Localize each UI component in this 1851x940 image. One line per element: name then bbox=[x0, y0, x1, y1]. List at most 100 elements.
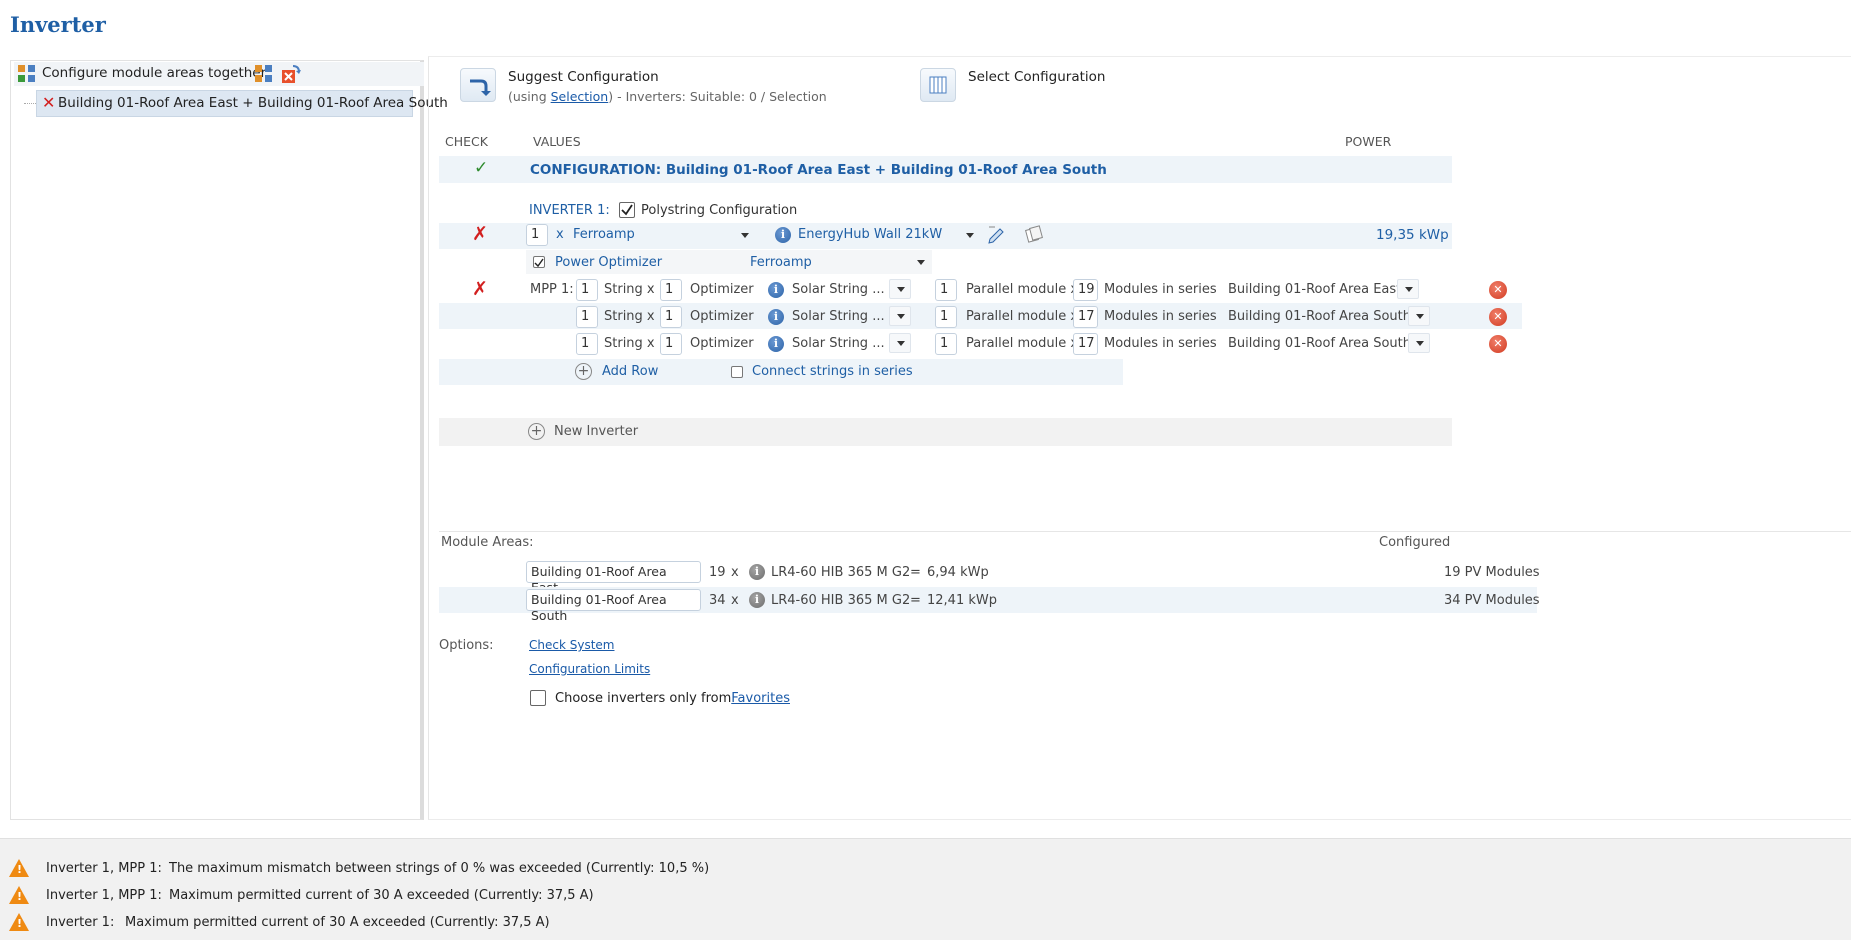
connect-strings-checkbox[interactable] bbox=[731, 366, 743, 378]
parallel-label: Parallel module x bbox=[966, 282, 1079, 297]
warning-icon: ! bbox=[9, 913, 29, 931]
optimizer-model-dropdown[interactable] bbox=[889, 306, 911, 326]
polystring-checkbox[interactable] bbox=[619, 202, 635, 218]
string-count-input[interactable]: 1 bbox=[576, 306, 598, 328]
optimizer-info-icon[interactable]: i bbox=[768, 282, 784, 298]
mpp-label: MPP 1: bbox=[530, 282, 574, 297]
configured-label: Configured bbox=[1379, 535, 1451, 550]
new-inverter-icon[interactable]: + bbox=[528, 423, 545, 440]
parallel-input[interactable]: 1 bbox=[935, 333, 957, 355]
module-info-icon[interactable]: i bbox=[749, 592, 765, 608]
parallel-label: Parallel module x bbox=[966, 309, 1079, 324]
optimizer-model-select[interactable]: Solar String ... bbox=[792, 282, 885, 297]
optimizer-model-select[interactable]: Solar String ... bbox=[792, 309, 885, 324]
optimizer-model-select[interactable]: Solar String ... bbox=[792, 336, 885, 351]
new-inverter-button[interactable]: New Inverter bbox=[554, 424, 638, 439]
check-system-link[interactable]: Check System bbox=[529, 638, 614, 652]
module-area-select[interactable]: Building 01-Roof Area South bbox=[1228, 336, 1411, 351]
parallel-input[interactable]: 1 bbox=[935, 279, 957, 301]
module-area-dropdown[interactable] bbox=[1408, 333, 1430, 353]
add-row-icon[interactable]: + bbox=[575, 363, 592, 380]
add-row-button[interactable]: Add Row bbox=[602, 364, 658, 379]
module-count: 34 bbox=[709, 593, 726, 608]
parallel-input[interactable]: 1 bbox=[935, 306, 957, 328]
inverter-count-input[interactable]: 1 bbox=[526, 224, 548, 246]
message-source: Inverter 1, MPP 1: bbox=[46, 888, 162, 903]
suggest-suffix: ) - Inverters: Suitable: 0 / Selection: … bbox=[608, 89, 828, 104]
delete-row-icon[interactable]: ✕ bbox=[1489, 308, 1507, 326]
series-input[interactable]: 17 bbox=[1073, 333, 1098, 355]
delete-row-icon[interactable]: ✕ bbox=[1489, 281, 1507, 299]
module-area-dropdown[interactable] bbox=[1397, 279, 1419, 299]
series-label: Modules in series bbox=[1104, 336, 1217, 351]
module-area-configured: 19 PV Modules bbox=[1444, 565, 1540, 580]
series-input[interactable]: 19 bbox=[1073, 279, 1098, 301]
optimizer-label: Optimizer bbox=[690, 336, 754, 351]
series-input[interactable]: 17 bbox=[1073, 306, 1098, 328]
select-configuration-title[interactable]: Select Configuration bbox=[968, 69, 1106, 85]
favorites-option: Choose inverters only fromFavorites bbox=[555, 691, 790, 706]
favorites-prefix: Choose inverters only from bbox=[555, 691, 732, 706]
warning-icon: ! bbox=[9, 859, 29, 877]
col-check-header: CHECK bbox=[445, 134, 488, 149]
optimizer-count-input[interactable]: 1 bbox=[660, 333, 682, 355]
module-x: x bbox=[731, 565, 739, 580]
module-area-select[interactable]: Building 01-Roof Area East bbox=[1228, 282, 1401, 297]
suggest-arrow-icon bbox=[470, 79, 491, 96]
model-dropdown-icon[interactable] bbox=[966, 233, 974, 238]
add-group-icon[interactable] bbox=[254, 64, 274, 84]
inverter-model-select[interactable]: EnergyHub Wall 21kW bbox=[798, 227, 942, 242]
error-x-icon: ✗ bbox=[472, 223, 488, 245]
favorites-checkbox[interactable] bbox=[530, 690, 546, 706]
tree-node-label: Building 01-Roof Area East + Building 01… bbox=[58, 95, 448, 111]
list-icon bbox=[929, 76, 947, 94]
polystring-label: Polystring Configuration bbox=[641, 203, 798, 218]
remove-group-icon[interactable] bbox=[280, 63, 302, 85]
optimizer-info-icon[interactable]: i bbox=[768, 336, 784, 352]
error-x-icon: ✗ bbox=[472, 278, 488, 300]
string-count-input[interactable]: 1 bbox=[576, 279, 598, 301]
favorites-link[interactable]: Favorites bbox=[731, 691, 790, 706]
module-info-icon[interactable]: i bbox=[749, 564, 765, 580]
module-area-tree-panel bbox=[10, 60, 424, 820]
optimizer-info-icon[interactable]: i bbox=[768, 309, 784, 325]
optimizer-dropdown-icon[interactable] bbox=[917, 260, 925, 265]
module-area-name: Building 01-Roof Area South bbox=[526, 589, 701, 623]
module-area-dropdown[interactable] bbox=[1408, 306, 1430, 326]
optimizer-model-dropdown[interactable] bbox=[889, 333, 911, 353]
suggest-configuration-title[interactable]: Suggest Configuration bbox=[508, 69, 659, 85]
configuration-limits-link[interactable]: Configuration Limits bbox=[529, 662, 650, 676]
module-x: x bbox=[731, 593, 739, 608]
series-label: Modules in series bbox=[1104, 309, 1217, 324]
dropdown-arrow-icon bbox=[897, 287, 905, 292]
optimizer-manufacturer-select[interactable]: Ferroamp bbox=[750, 255, 812, 270]
suggest-configuration-button[interactable] bbox=[460, 68, 496, 102]
optimizer-count-input[interactable]: 1 bbox=[660, 279, 682, 301]
module-equals: = bbox=[910, 565, 921, 580]
optimizer-model-dropdown[interactable] bbox=[889, 279, 911, 299]
optimizer-count-input[interactable]: 1 bbox=[660, 306, 682, 328]
module-area-select[interactable]: Building 01-Roof Area South bbox=[1228, 309, 1411, 324]
copy-inverter-icon[interactable] bbox=[1024, 224, 1044, 244]
configure-together-label: Configure module areas together bbox=[42, 65, 267, 81]
connect-strings-label[interactable]: Connect strings in series bbox=[752, 364, 913, 379]
selection-link[interactable]: Selection bbox=[551, 89, 609, 104]
message-text: Maximum permitted current of 30 A exceed… bbox=[125, 915, 550, 930]
select-configuration-button[interactable] bbox=[920, 68, 956, 102]
string-x-label: String x bbox=[604, 336, 655, 351]
manufacturer-select[interactable]: Ferroamp bbox=[573, 227, 635, 242]
tree-connector bbox=[24, 103, 36, 104]
message-source: Inverter 1: bbox=[46, 915, 115, 930]
inverter-info-icon[interactable]: i bbox=[775, 227, 791, 243]
delete-row-icon[interactable]: ✕ bbox=[1489, 335, 1507, 353]
power-optimizer-label: Power Optimizer bbox=[555, 255, 663, 270]
edit-inverter-icon[interactable] bbox=[986, 224, 1006, 244]
manufacturer-dropdown-icon[interactable] bbox=[741, 233, 749, 238]
string-count-input[interactable]: 1 bbox=[576, 333, 598, 355]
page-title: Inverter bbox=[10, 12, 106, 37]
power-optimizer-checkbox[interactable] bbox=[533, 256, 545, 268]
module-type: LR4-60 HIB 365 M G2 bbox=[771, 593, 911, 608]
message-text: Maximum permitted current of 30 A exceed… bbox=[169, 888, 594, 903]
ok-check-icon: ✓ bbox=[474, 158, 489, 178]
inverter-x-label: x bbox=[556, 227, 564, 242]
